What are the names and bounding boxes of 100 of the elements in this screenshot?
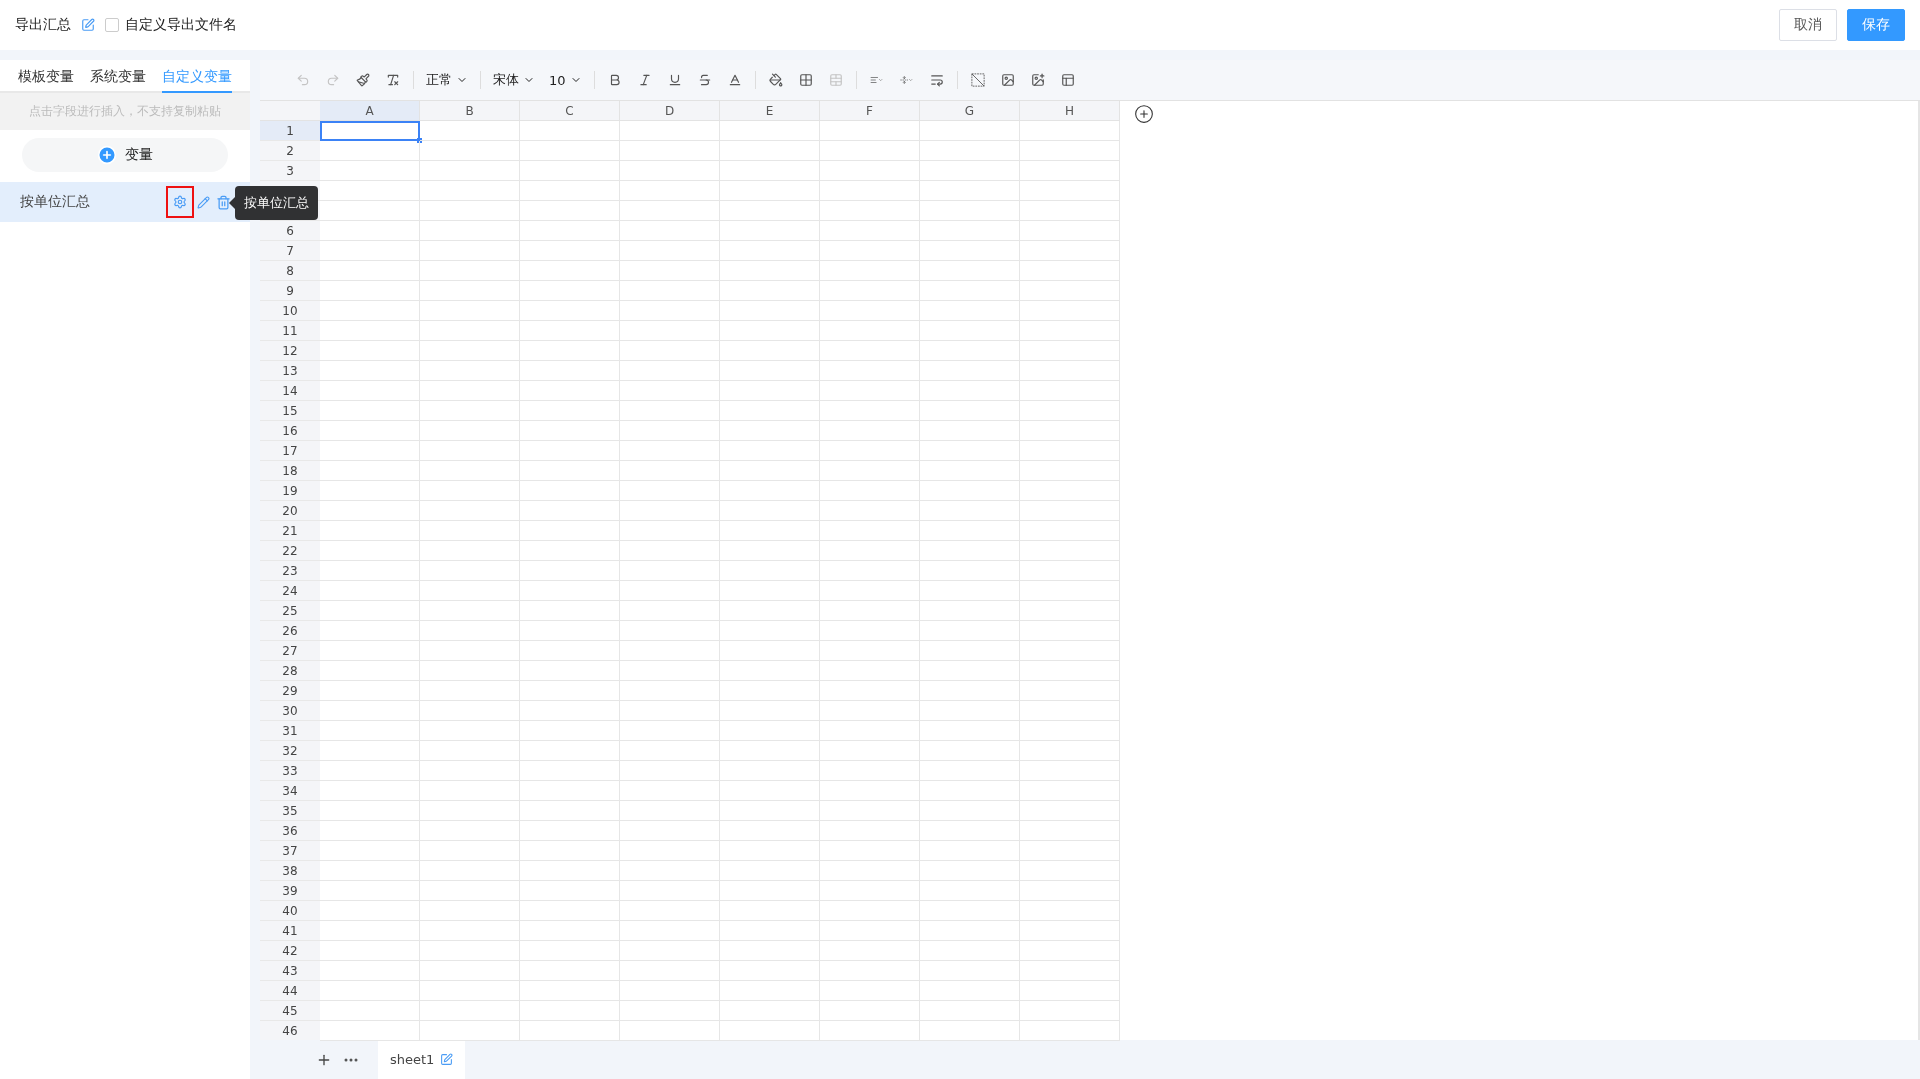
row-header[interactable]: 20 (260, 501, 320, 521)
grid-cell[interactable] (320, 941, 420, 961)
grid-cell[interactable] (520, 741, 620, 761)
grid-cell[interactable] (320, 621, 420, 641)
toolbar-dropdown[interactable]: 正常 (421, 67, 473, 93)
grid-cell[interactable] (920, 701, 1020, 721)
grid-cell[interactable] (920, 141, 1020, 161)
grid-cell[interactable] (520, 621, 620, 641)
grid-cell[interactable] (420, 641, 520, 661)
grid-cell[interactable] (1020, 521, 1120, 541)
grid-cell[interactable] (520, 481, 620, 501)
grid-cell[interactable] (720, 641, 820, 661)
grid-cell[interactable] (920, 981, 1020, 1001)
fill-handle[interactable] (417, 138, 422, 143)
grid-cell[interactable] (920, 181, 1020, 201)
grid-cell[interactable] (320, 161, 420, 181)
grid-cell[interactable] (520, 861, 620, 881)
grid-cell[interactable] (720, 221, 820, 241)
grid-cell[interactable] (520, 201, 620, 221)
grid-cell[interactable] (420, 1001, 520, 1021)
grid-cell[interactable] (1020, 421, 1120, 441)
grid-cell[interactable] (420, 601, 520, 621)
grid-cell[interactable] (520, 341, 620, 361)
grid-cell[interactable] (620, 141, 720, 161)
grid-cell[interactable] (520, 981, 620, 1001)
sidebar-tab[interactable]: 模板变量 (18, 68, 74, 93)
grid-cell[interactable] (720, 561, 820, 581)
grid-cell[interactable] (620, 781, 720, 801)
grid-cell[interactable] (920, 581, 1020, 601)
grid-cell[interactable] (520, 581, 620, 601)
grid-cell[interactable] (920, 421, 1020, 441)
grid-cell[interactable] (620, 601, 720, 621)
grid-cell[interactable] (520, 961, 620, 981)
grid-cell[interactable] (1020, 681, 1120, 701)
row-header[interactable]: 24 (260, 581, 320, 601)
grid-cell[interactable] (720, 961, 820, 981)
grid-cell[interactable] (720, 601, 820, 621)
grid-cell[interactable] (920, 441, 1020, 461)
grid-cell[interactable] (920, 361, 1020, 381)
grid-cell[interactable] (1020, 861, 1120, 881)
grid-cell[interactable] (520, 501, 620, 521)
grid-cell[interactable] (420, 941, 520, 961)
grid-cell[interactable] (320, 761, 420, 781)
grid-cell[interactable] (1020, 301, 1120, 321)
grid-cell[interactable] (820, 201, 920, 221)
row-header[interactable]: 27 (260, 641, 320, 661)
grid-cell[interactable] (620, 201, 720, 221)
row-header[interactable]: 15 (260, 401, 320, 421)
grid-cell[interactable] (920, 261, 1020, 281)
grid-cell[interactable] (920, 761, 1020, 781)
grid-cell[interactable] (520, 661, 620, 681)
grid-cell[interactable] (620, 641, 720, 661)
grid-cell[interactable] (720, 341, 820, 361)
column-header[interactable]: B (420, 101, 520, 121)
grid-cell[interactable] (720, 501, 820, 521)
grid-cell[interactable] (820, 321, 920, 341)
row-header[interactable]: 2 (260, 141, 320, 161)
grid-cell[interactable] (820, 501, 920, 521)
grid-cell[interactable] (820, 821, 920, 841)
add-variable-button[interactable]: 变量 (22, 138, 228, 172)
grid-cell[interactable] (820, 841, 920, 861)
grid-cell[interactable] (320, 721, 420, 741)
grid-cell[interactable] (620, 881, 720, 901)
grid-cell[interactable] (720, 421, 820, 441)
toolbar-dropdown[interactable]: 宋体 (488, 67, 540, 93)
grid-cell[interactable] (1020, 361, 1120, 381)
grid-cell[interactable] (420, 521, 520, 541)
grid-cell[interactable] (1020, 321, 1120, 341)
grid-cell[interactable] (520, 821, 620, 841)
grid-cell[interactable] (520, 901, 620, 921)
grid-cell[interactable] (920, 1001, 1020, 1021)
grid-cell[interactable] (620, 181, 720, 201)
grid-cell[interactable] (320, 461, 420, 481)
grid-cell[interactable] (720, 441, 820, 461)
grid-cell[interactable] (920, 561, 1020, 581)
row-header[interactable]: 34 (260, 781, 320, 801)
grid-cell[interactable] (820, 741, 920, 761)
grid-cell[interactable] (620, 901, 720, 921)
grid-cell[interactable] (620, 341, 720, 361)
grid-cell[interactable] (820, 461, 920, 481)
column-header[interactable]: D (620, 101, 720, 121)
grid-cell[interactable] (620, 821, 720, 841)
grid-cell[interactable] (1020, 921, 1120, 941)
grid-cell[interactable] (620, 521, 720, 541)
grid-cell[interactable] (420, 361, 520, 381)
grid-cell[interactable] (920, 801, 1020, 821)
grid-cell[interactable] (520, 441, 620, 461)
grid-cell[interactable] (620, 561, 720, 581)
row-header[interactable]: 18 (260, 461, 320, 481)
grid-cell[interactable] (320, 201, 420, 221)
grid-cell[interactable] (520, 121, 620, 141)
grid-cell[interactable] (420, 801, 520, 821)
grid-cell[interactable] (820, 401, 920, 421)
grid-cell[interactable] (720, 261, 820, 281)
row-header[interactable]: 25 (260, 601, 320, 621)
grid-cell[interactable] (720, 161, 820, 181)
grid-cell[interactable] (420, 681, 520, 701)
grid-cell[interactable] (420, 741, 520, 761)
settings-button[interactable] (166, 186, 194, 218)
grid-cell[interactable] (420, 841, 520, 861)
